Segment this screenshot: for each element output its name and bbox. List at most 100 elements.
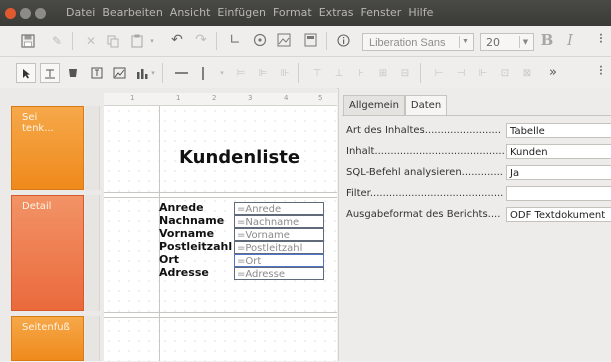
page-footer-section-bar[interactable]: Seitenfuß (11, 316, 84, 361)
ruler-tick: 1 (176, 94, 181, 102)
copy-icon[interactable] (106, 33, 120, 49)
menu-ansicht[interactable]: Ansicht (170, 6, 211, 19)
report-navigator-icon[interactable] (302, 32, 318, 48)
data-field-postleitzahl[interactable]: =Postleitzahl (234, 241, 324, 254)
section-align-bottom-icon[interactable]: ⊠ (520, 65, 534, 81)
menu-format[interactable]: Format (273, 6, 312, 19)
report-design-area: 1 1 2 3 4 5 Sei tenk... Detail Seitenfuß… (0, 88, 337, 361)
formatted-field-icon[interactable] (66, 65, 80, 81)
data-field-ort[interactable]: =Ort (234, 254, 324, 267)
properties-panel: Allgemein Daten Art des Inhaltes........… (338, 88, 611, 361)
ruler-tick: 5 (318, 94, 323, 102)
paste-icon[interactable] (130, 33, 144, 49)
align-middle-icon[interactable]: ⊥ (332, 65, 346, 81)
ruler-tick: 1 (130, 94, 135, 102)
close-window-button[interactable] (5, 8, 16, 19)
menu-datei[interactable]: Datei (66, 6, 95, 19)
header-section-grip[interactable] (85, 106, 100, 190)
field-label-adresse[interactable]: Adresse (159, 266, 209, 279)
toolbar-overflow-icon[interactable]: ⁝ (596, 62, 606, 80)
report-controls-toolbar: ▾ ▾ ⊨ ⊫ ⊪ ⊤ ⊥ ⊦ ⊞ ⊟ ⊢ ⊣ ⊩ ⊡ ⊠ » ⁝ (0, 57, 611, 89)
cut-icon[interactable]: ✕ (84, 33, 98, 49)
align-left-icon[interactable]: ⊨ (234, 65, 248, 81)
field-label-vorname[interactable]: Vorname (159, 227, 214, 240)
data-field-anrede[interactable]: =Anrede (234, 202, 324, 215)
size-equal-icon[interactable]: ⊞ (376, 65, 390, 81)
insert-image-icon[interactable] (112, 65, 126, 81)
menu-extras[interactable]: Extras (319, 6, 354, 19)
footer-section-grip[interactable] (85, 316, 100, 361)
undo-icon[interactable]: ↶ (170, 32, 184, 48)
report-title[interactable]: Kundenliste (179, 147, 300, 168)
detail-section-bar[interactable]: Detail (11, 195, 84, 311)
prop-label-output-format: Ausgabeformat des Berichts.... (346, 209, 501, 220)
properties-tab-body: Art des Inhaltes........................… (342, 115, 611, 362)
maximize-window-button[interactable] (35, 8, 46, 19)
toolbar-overflow-icon[interactable]: ⁝ (596, 30, 606, 48)
vertical-line-icon[interactable] (198, 65, 208, 81)
prop-label-content: Inhalt..................................… (346, 146, 504, 157)
output-format-select[interactable]: ODF Textdokument (506, 207, 611, 222)
chart-dropdown-icon[interactable]: ▾ (150, 65, 156, 81)
field-label-anrede[interactable]: Anrede (159, 201, 204, 214)
menu-hilfe[interactable]: Hilfe (408, 6, 433, 19)
align-bottom-icon[interactable]: ⊦ (354, 65, 368, 81)
data-field-adresse[interactable]: =Adresse (234, 267, 324, 280)
page-header-section-bar[interactable]: Sei tenk... (11, 106, 84, 190)
field-label-postleitzahl[interactable]: Postleitzahl (159, 240, 232, 253)
field-label-ort[interactable]: Ort (159, 253, 179, 266)
insert-chart-icon[interactable] (134, 65, 150, 81)
line-tool-icon[interactable]: ∟ (228, 32, 242, 48)
line-dropdown-icon[interactable]: ▾ (218, 65, 226, 81)
content-type-select[interactable]: Tabelle (506, 123, 611, 138)
chevron-down-icon[interactable]: ▼ (459, 36, 471, 48)
section-align-center-icon[interactable]: ⊣ (454, 65, 468, 81)
sql-analyze-select[interactable]: Ja (506, 165, 611, 180)
font-name-value: Liberation Sans (369, 37, 446, 49)
data-field-vorname[interactable]: =Vorname (234, 228, 324, 241)
align-top-icon[interactable]: ⊤ (310, 65, 324, 81)
section-align-top-icon[interactable]: ⊡ (498, 65, 512, 81)
more-tools-button[interactable]: » (546, 64, 560, 80)
tab-allgemein[interactable]: Allgemein (343, 95, 405, 115)
text-field-icon[interactable] (90, 65, 104, 81)
brush-icon[interactable]: ✎ (50, 33, 64, 49)
section-align-right-icon[interactable]: ⊩ (476, 65, 490, 81)
section-align-left-icon[interactable]: ⊢ (432, 65, 446, 81)
redo-icon[interactable]: ↷ (194, 32, 208, 48)
data-field-nachname[interactable]: =Nachname (234, 215, 324, 228)
bold-button[interactable]: B (540, 31, 554, 49)
font-name-combobox[interactable]: Liberation Sans ▼ (362, 33, 474, 51)
tab-daten[interactable]: Daten (404, 95, 448, 115)
filter-input[interactable] (506, 186, 611, 201)
prop-label-filter: Filter..................................… (346, 188, 504, 199)
font-size-combobox[interactable]: 20 ▼ (480, 33, 534, 51)
content-select[interactable]: Kunden (506, 144, 611, 159)
window-controls (5, 8, 46, 19)
field-label-nachname[interactable]: Nachname (159, 214, 224, 227)
minimize-window-button[interactable] (20, 8, 31, 19)
info-icon[interactable] (336, 32, 350, 48)
chevron-down-icon[interactable]: ▼ (519, 36, 531, 48)
menu-fenster[interactable]: Fenster (361, 6, 402, 19)
paste-dropdown-icon[interactable]: ▾ (148, 33, 156, 49)
image-icon[interactable] (276, 32, 292, 48)
menu-bearbeiten[interactable]: Bearbeiten (102, 6, 162, 19)
prop-label-sql-analyze: SQL-Befehl analysieren.............. (346, 167, 504, 178)
horizontal-line-icon[interactable] (174, 65, 188, 81)
menu-einfuegen[interactable]: Einfügen (217, 6, 266, 19)
standard-toolbar: ✎ ✕ ▾ ↶ ↷ ∟ Liberation Sans ▼ 20 ▼ B I ⁝ (0, 26, 611, 57)
size-width-icon[interactable]: ⊟ (398, 65, 412, 81)
align-right-icon[interactable]: ⊪ (278, 65, 292, 81)
navigator-icon[interactable] (252, 32, 268, 48)
save-icon[interactable] (20, 33, 36, 49)
ruler-tick: 3 (248, 94, 253, 102)
select-pointer-button[interactable] (16, 63, 36, 83)
menu-bar: Datei Bearbeiten Ansicht Einfügen Format… (66, 6, 433, 19)
align-center-icon[interactable]: ⊫ (256, 65, 270, 81)
ruler-tick: 4 (284, 94, 289, 102)
italic-button[interactable]: I (564, 31, 576, 49)
prop-label-content-type: Art des Inhaltes........................ (346, 125, 502, 136)
detail-section-grip[interactable] (85, 195, 100, 311)
label-field-button[interactable] (40, 63, 60, 83)
